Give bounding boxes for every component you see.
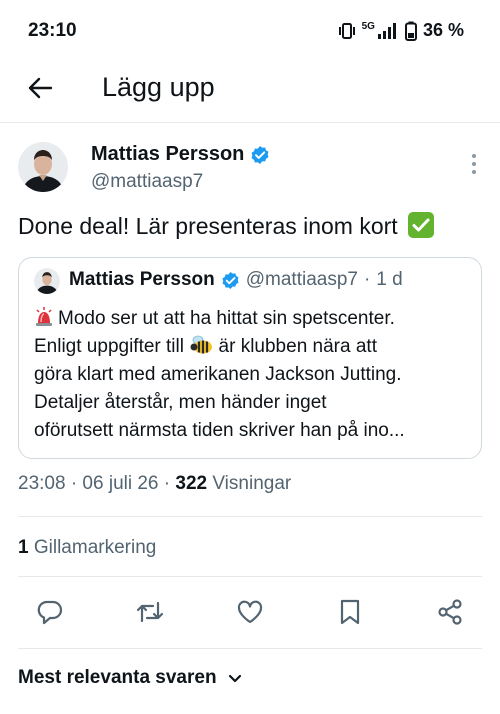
page-title: Lägg upp: [102, 72, 215, 102]
like-button[interactable]: [232, 594, 268, 630]
heart-icon: [237, 600, 263, 624]
quote-author-handle: @mattiaasp7: [245, 269, 358, 290]
reply-icon: [37, 600, 63, 625]
author-name-text: Mattias Persson: [91, 143, 245, 165]
likes-count: 1: [18, 537, 29, 558]
reply-button[interactable]: [32, 594, 68, 630]
battery-percent: 36 %: [422, 20, 464, 40]
quote-separator: ·: [363, 269, 371, 290]
verified-badge-icon: [222, 271, 239, 289]
divider: [18, 648, 482, 649]
bookmark-button[interactable]: [332, 594, 368, 630]
share-icon: [438, 599, 462, 625]
share-button[interactable]: [432, 594, 468, 630]
quoted-post[interactable]: Mattias Persson @mattiaasp7 · 1 d Modo s…: [18, 257, 482, 459]
replies-sort-dropdown[interactable]: Mest relevanta svaren: [18, 667, 243, 689]
post-meta: 23:08 · 06 juli 26 · 322 Visningar: [18, 473, 291, 495]
author-avatar[interactable]: [18, 142, 68, 192]
battery-icon: [404, 21, 417, 41]
quote-line: Detaljer återstår, men händer inget: [34, 392, 327, 413]
more-options-button[interactable]: [462, 152, 486, 176]
views-count[interactable]: 322: [175, 473, 207, 494]
post-text-content: Done deal! Lär presenteras inom kort: [18, 213, 398, 239]
quote-line-text: är klubben nära att: [218, 336, 377, 357]
signal-icon: [377, 22, 396, 39]
post-timestamp: 23:08 · 06 juli 26 ·: [18, 473, 176, 494]
network-label: 5G: [361, 21, 375, 32]
quote-line-text: Modo ser ut att ha hittat sin spetscente…: [58, 308, 395, 329]
back-button[interactable]: [22, 70, 58, 106]
divider: [18, 576, 482, 577]
more-vertical-icon: [472, 154, 476, 174]
quote-line: oförutsett närmsta tiden skriver han på …: [34, 420, 405, 441]
action-bar: [0, 594, 500, 630]
app-header: Lägg upp: [0, 60, 500, 123]
replies-sort-label: Mest relevanta svaren: [18, 667, 217, 688]
avatar-image: [18, 142, 68, 192]
quote-time: 1 d: [376, 269, 403, 290]
author-handle[interactable]: @mattiaasp7: [91, 171, 203, 193]
status-icons: 5G 36 %: [338, 20, 464, 41]
repost-icon: [136, 601, 164, 623]
avatar-image: [34, 268, 60, 294]
quote-line-text: Enligt uppgifter till: [34, 336, 184, 357]
check-mark-button-emoji: [408, 212, 435, 238]
quote-text: Modo ser ut att ha hittat sin spetscente…: [34, 305, 474, 445]
repost-button[interactable]: [132, 594, 168, 630]
bookmark-icon: [340, 599, 360, 625]
author-name[interactable]: Mattias Persson: [91, 143, 270, 166]
quote-author-avatar: [34, 268, 60, 294]
arrow-left-icon: [28, 77, 53, 99]
quote-author-name: Mattias Persson: [69, 269, 215, 290]
likes-label: Gillamarkering: [28, 537, 157, 558]
quote-header: Mattias Persson @mattiaasp7 · 1 d: [69, 269, 403, 291]
likes-summary[interactable]: 1 Gillamarkering: [18, 537, 156, 559]
chevron-down-icon: [228, 674, 241, 683]
vibrate-icon: [338, 22, 355, 39]
divider: [18, 516, 482, 517]
status-bar: 23:10 5G 36 %: [0, 0, 500, 60]
police-light-emoji: [36, 307, 52, 326]
bee-emoji: [190, 335, 213, 354]
post-text: Done deal! Lär presenteras inom kort: [18, 210, 435, 242]
verified-badge-icon: [251, 145, 269, 164]
views-label: Visningar: [207, 473, 292, 494]
quote-line: Modo ser ut att ha hittat sin spetscente…: [34, 305, 474, 333]
quote-line: göra klart med amerikanen Jackson Juttin…: [34, 364, 402, 385]
quote-line: Enligt uppgifter till är klubben nära at…: [34, 333, 474, 361]
status-time: 23:10: [28, 20, 77, 41]
